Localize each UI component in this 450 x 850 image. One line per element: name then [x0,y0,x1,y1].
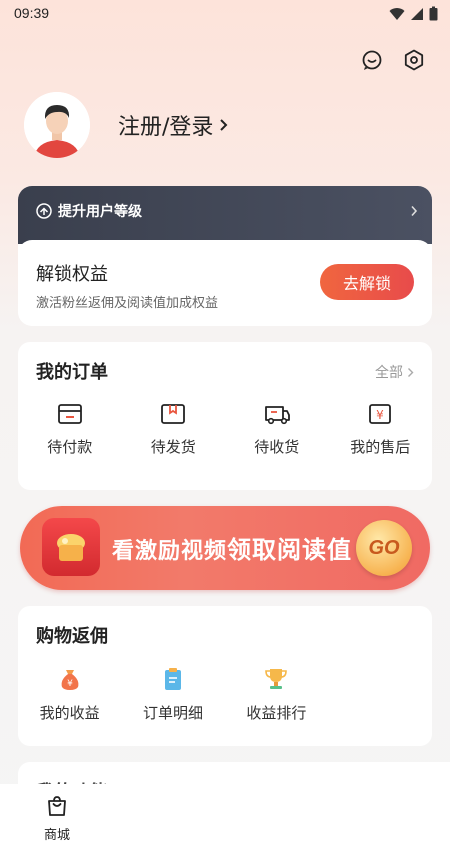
shopping-rebate-card: 购物返佣 ¥ 我的收益 订单明细 收益排行 [18,606,432,746]
trophy-icon [265,669,288,689]
profile-header[interactable]: 注册/登录 [24,92,229,158]
level-upgrade-title: 提升用户等级 [58,204,142,220]
order-after-sales-label: 我的售后 [350,438,411,456]
user-level-card: 提升用户等级 解锁权益 激活粉丝返佣及阅读值加成权益 去解锁 [18,186,432,326]
my-orders-card: 我的订单 全部 待付款 待发货 待收货 ¥ 我的售后 [18,342,432,490]
level-upgrade-header[interactable]: 提升用户等级 [18,186,432,244]
orders-title: 我的订单 [36,362,108,383]
truck-icon [264,406,290,425]
chevron-right-icon [220,119,228,131]
signal-icon [411,7,423,20]
wifi-icon [389,7,405,20]
reward-banner-text: 看激励视频领取阅读值 [112,530,352,565]
svg-text:¥: ¥ [376,408,384,422]
login-link[interactable]: 注册/登录 [118,109,229,141]
rebate-my-earnings-label: 我的收益 [39,704,100,722]
orders-all-label: 全部 [375,365,403,381]
unlock-benefits: 解锁权益 激活粉丝返佣及阅读值加成权益 去解锁 [18,240,432,326]
status-icons [389,6,438,21]
status-bar: 09:39 [0,0,450,26]
avatar[interactable] [24,92,90,158]
refund-icon: ¥ [369,404,392,424]
login-label: 注册/登录 [118,115,214,140]
status-time: 09:39 [14,5,50,21]
order-pending-payment[interactable]: 待付款 [18,402,122,457]
order-pending-receipt[interactable]: 待收货 [225,402,329,457]
chevron-right-icon [408,367,414,377]
tab-mall-label: 商城 [43,828,70,843]
tab-mall[interactable]: 商城 [36,794,78,843]
wallet-icon [57,404,82,424]
shopping-bag-icon [48,796,66,816]
rebate-my-earnings[interactable]: ¥ 我的收益 [18,666,121,723]
rebate-order-details[interactable]: 订单明细 [121,666,224,723]
order-pending-shipment[interactable]: 待发货 [122,402,226,457]
order-pending-payment-label: 待付款 [47,438,93,456]
chevron-right-icon [411,205,418,217]
money-bag-icon: ¥ [61,670,79,690]
bottom-tab-bar: 商城 [0,784,450,850]
orders-all-link[interactable]: 全部 [375,362,414,382]
reward-banner-main: 看激励视频 [112,539,228,564]
unlock-button[interactable]: 去解锁 [320,264,414,300]
reward-logo-icon [42,518,100,576]
settings-icon[interactable] [402,48,426,72]
go-button[interactable]: GO [356,520,412,576]
reward-banner-highlight: 领取阅读值 [227,536,353,564]
message-icon[interactable] [360,48,384,72]
svg-text:¥: ¥ [67,679,73,689]
rebate-earnings-ranking-label: 收益排行 [246,704,307,722]
order-pending-receipt-label: 待收货 [254,438,300,456]
level-up-icon [36,203,52,219]
rebate-title: 购物返佣 [36,626,108,647]
order-pending-shipment-label: 待发货 [150,438,196,456]
rebate-grid: ¥ 我的收益 订单明细 收益排行 [18,666,328,723]
reward-video-banner[interactable]: 看激励视频领取阅读值 GO [20,506,430,590]
package-icon [161,404,186,424]
rebate-order-details-label: 订单明细 [142,704,203,722]
order-after-sales[interactable]: ¥ 我的售后 [329,402,433,457]
rebate-earnings-ranking[interactable]: 收益排行 [225,666,328,723]
clipboard-icon [164,668,181,690]
order-status-grid: 待付款 待发货 待收货 ¥ 我的售后 [18,402,432,457]
battery-icon [429,6,438,21]
top-actions [360,48,426,72]
